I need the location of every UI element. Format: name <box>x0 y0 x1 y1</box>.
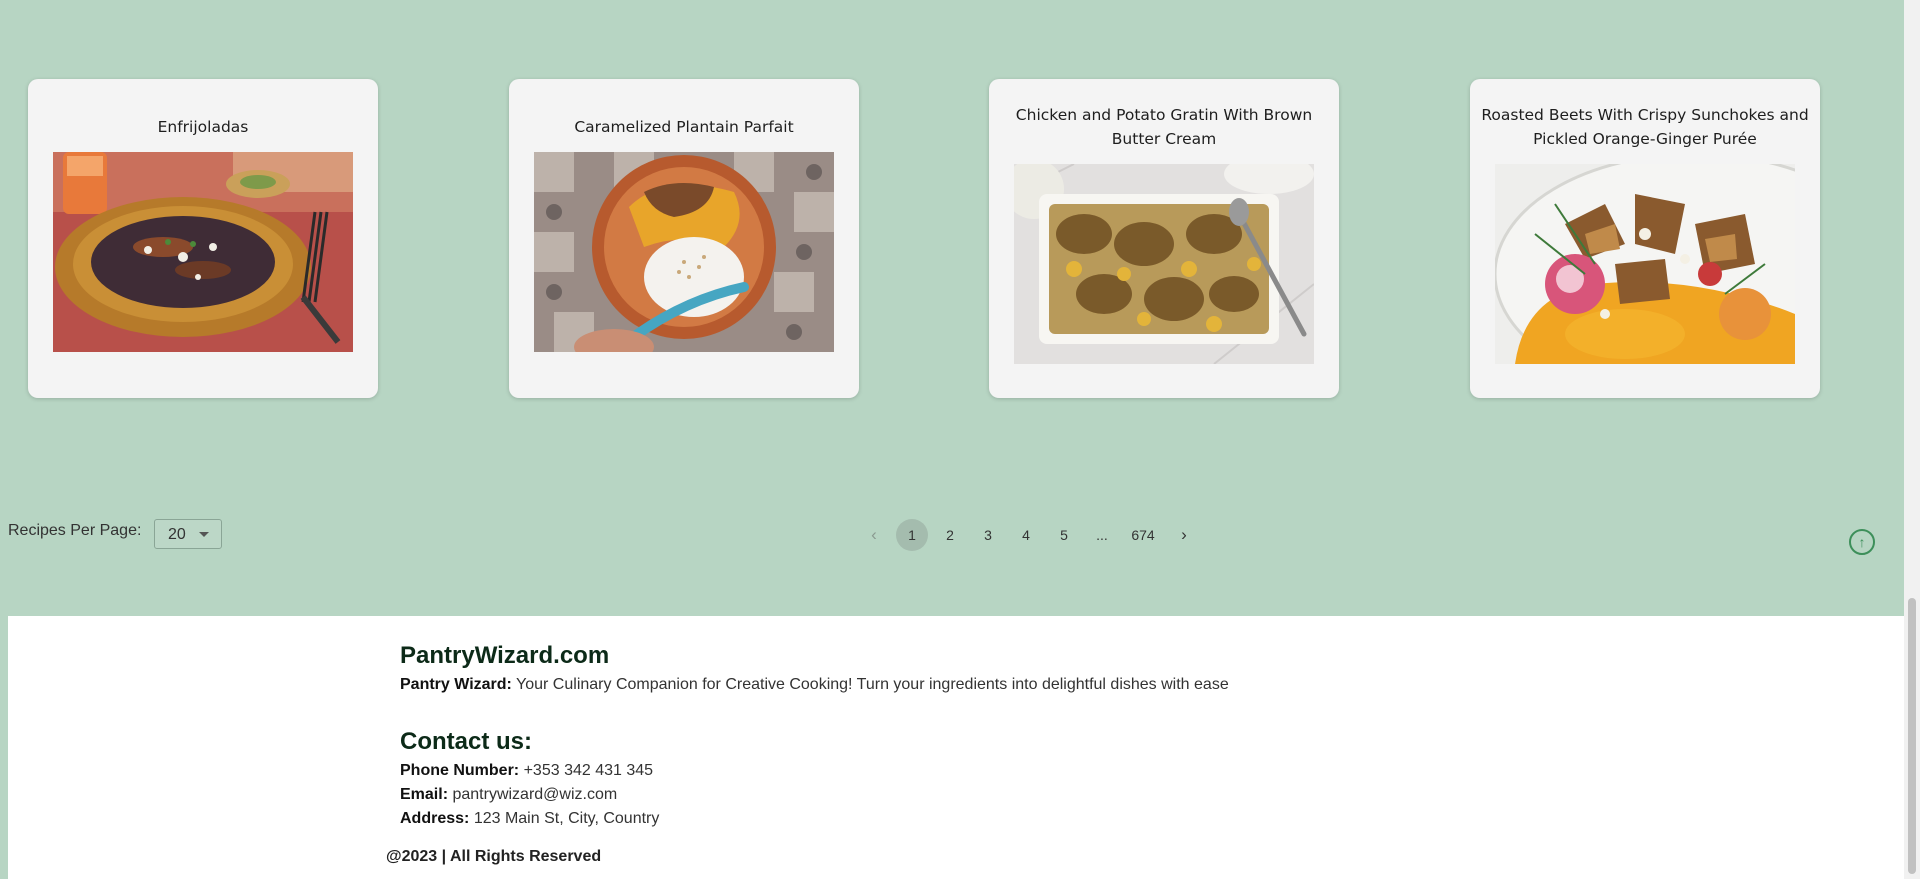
page-button-2[interactable]: 2 <box>934 519 966 551</box>
pagination-ellipsis: ... <box>1096 527 1108 543</box>
tagline-text: Your Culinary Companion for Creative Coo… <box>516 676 1229 693</box>
previous-page-button[interactable]: ‹ <box>858 519 890 551</box>
page-button-4[interactable]: 4 <box>1010 519 1042 551</box>
pagination: ‹ 1 2 3 4 5 ... 674 › <box>858 519 1206 551</box>
footer-tagline: Pantry Wizard: Your Culinary Companion f… <box>400 676 1229 694</box>
scrollbar-thumb[interactable] <box>1908 598 1916 874</box>
page-scrollbar[interactable] <box>1904 0 1920 879</box>
recipe-listing-page: Enfrijoladas Caramelized Plantain Parfai… <box>0 0 1904 879</box>
contact-heading: Contact us: <box>400 728 532 755</box>
page-button-1[interactable]: 1 <box>896 519 928 551</box>
phone-label: Phone Number: <box>400 762 520 779</box>
copyright-text: @2023 | All Rights Reserved <box>386 848 602 865</box>
contact-address: Address: 123 Main St, City, Country <box>400 810 659 828</box>
recipe-card[interactable]: Caramelized Plantain Parfait <box>509 79 859 398</box>
chevron-left-icon: ‹ <box>871 525 877 544</box>
email-label: Email: <box>400 786 449 803</box>
email-value: pantrywizard@wiz.com <box>452 786 618 803</box>
tagline-label: Pantry Wizard: <box>400 676 512 693</box>
recipe-image[interactable] <box>53 152 353 352</box>
address-value: 123 Main St, City, Country <box>473 810 660 827</box>
contact-phone: Phone Number: +353 342 431 345 <box>400 762 653 780</box>
recipe-image[interactable] <box>534 152 834 352</box>
page-button-3[interactable]: 3 <box>972 519 1004 551</box>
caret-down-icon <box>199 532 209 537</box>
chevron-right-icon: › <box>1181 525 1187 544</box>
recipe-image[interactable] <box>1014 164 1314 364</box>
recipe-title[interactable]: Caramelized Plantain Parfait <box>519 103 849 151</box>
recipe-image[interactable] <box>1495 164 1795 364</box>
page-button-674[interactable]: 674 <box>1124 519 1162 551</box>
scroll-to-top-button[interactable]: ↑ <box>1849 529 1875 555</box>
recipe-card[interactable]: Enfrijoladas <box>28 79 378 398</box>
recipe-title[interactable]: Chicken and Potato Gratin With Brown But… <box>999 103 1329 151</box>
recipes-per-page-select[interactable]: 20 <box>154 519 222 549</box>
recipe-title[interactable]: Roasted Beets With Crispy Sunchokes and … <box>1480 103 1810 151</box>
site-footer: PantryWizard.com Pantry Wizard: Your Cul… <box>8 616 1904 879</box>
recipes-per-page-value: 20 <box>168 526 186 543</box>
arrow-up-icon: ↑ <box>1858 534 1866 550</box>
recipe-card[interactable]: Chicken and Potato Gratin With Brown But… <box>989 79 1339 398</box>
recipes-per-page-label: Recipes Per Page: <box>8 522 142 539</box>
address-label: Address: <box>400 810 470 827</box>
phone-value: +353 342 431 345 <box>523 762 654 779</box>
next-page-button[interactable]: › <box>1168 519 1200 551</box>
footer-brand: PantryWizard.com <box>400 642 610 669</box>
contact-email: Email: pantrywizard@wiz.com <box>400 786 617 804</box>
page-button-5[interactable]: 5 <box>1048 519 1080 551</box>
recipe-title[interactable]: Enfrijoladas <box>38 103 368 151</box>
recipe-card[interactable]: Roasted Beets With Crispy Sunchokes and … <box>1470 79 1820 398</box>
